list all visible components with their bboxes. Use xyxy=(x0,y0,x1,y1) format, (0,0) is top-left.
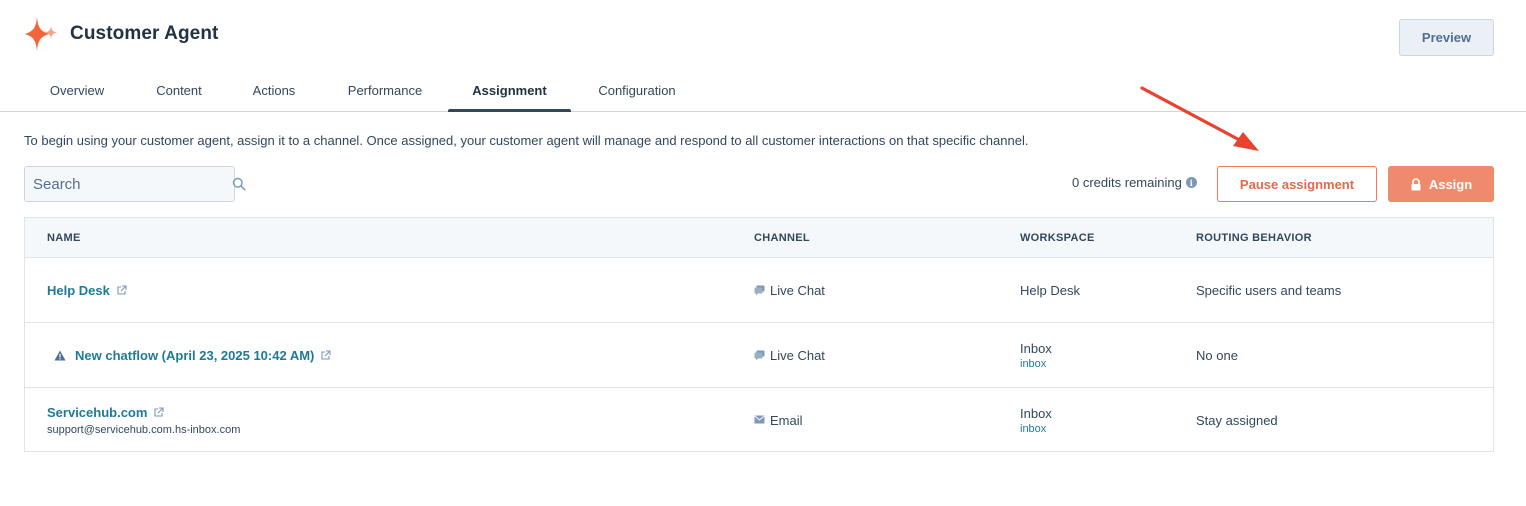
tab-actions[interactable]: Actions xyxy=(234,70,314,111)
routing-cell: No one xyxy=(1196,323,1238,388)
assign-label: Assign xyxy=(1428,176,1473,192)
tab-content[interactable]: Content xyxy=(138,70,220,111)
workspace-cell: Inbox inbox xyxy=(1020,388,1052,453)
tab-overview[interactable]: Overview xyxy=(36,70,118,111)
external-link-icon[interactable] xyxy=(320,350,331,361)
lock-icon xyxy=(1410,177,1422,191)
table-row[interactable]: New chatflow (April 23, 2025 10:42 AM) L… xyxy=(25,323,1493,388)
credits-remaining: 0 credits remaining i xyxy=(1072,175,1197,190)
search-box[interactable] xyxy=(24,166,246,202)
row-subtext: support@servicehub.com.hs-inbox.com xyxy=(47,424,241,436)
row-name-link[interactable]: Help Desk xyxy=(47,283,110,298)
workspace-cell: Inbox inbox xyxy=(1020,323,1052,388)
tab-bar: Overview Content Actions Performance Ass… xyxy=(0,70,1526,112)
email-icon xyxy=(754,415,765,426)
column-header-workspace[interactable]: WORKSPACE xyxy=(1020,218,1095,258)
table-row[interactable]: Help Desk Live Chat Help Desk Specific u… xyxy=(25,258,1493,323)
app-title: Customer Agent xyxy=(70,23,219,44)
routing-cell: Specific users and teams xyxy=(1196,258,1341,323)
row-name-link[interactable]: Servicehub.com xyxy=(47,405,147,420)
workspace-sublabel[interactable]: inbox xyxy=(1020,423,1052,435)
app-header: Customer Agent xyxy=(24,14,218,54)
workspace-cell: Help Desk xyxy=(1020,258,1080,323)
assignment-table: NAME CHANNEL WORKSPACE ROUTING BEHAVIOR … xyxy=(24,217,1494,452)
column-header-name[interactable]: NAME xyxy=(47,218,81,258)
routing-label: Specific users and teams xyxy=(1196,283,1342,298)
intro-text: To begin using your customer agent, assi… xyxy=(24,133,1029,148)
chat-icon xyxy=(754,285,765,296)
routing-label: No one xyxy=(1196,348,1238,363)
chat-icon xyxy=(754,350,765,361)
table-row[interactable]: Servicehub.com support@servicehub.com.hs… xyxy=(25,388,1493,453)
search-input[interactable] xyxy=(33,175,232,193)
name-cell: New chatflow (April 23, 2025 10:42 AM) xyxy=(54,323,331,388)
channel-label: Live Chat xyxy=(770,348,825,363)
name-cell: Help Desk xyxy=(47,258,127,323)
tab-performance[interactable]: Performance xyxy=(334,70,436,111)
channel-cell: Live Chat xyxy=(754,323,825,388)
column-header-channel[interactable]: CHANNEL xyxy=(754,218,810,258)
column-header-routing[interactable]: ROUTING BEHAVIOR xyxy=(1196,218,1312,258)
table-header: NAME CHANNEL WORKSPACE ROUTING BEHAVIOR xyxy=(25,218,1493,258)
pause-assignment-button[interactable]: Pause assignment xyxy=(1217,166,1377,202)
workspace-label: Inbox xyxy=(1020,406,1052,421)
routing-cell: Stay assigned xyxy=(1196,388,1278,453)
workspace-label: Help Desk xyxy=(1020,283,1080,298)
external-link-icon[interactable] xyxy=(116,285,127,296)
assign-button[interactable]: Assign xyxy=(1388,166,1494,202)
channel-cell: Email xyxy=(754,388,803,453)
channel-cell: Live Chat xyxy=(754,258,825,323)
routing-label: Stay assigned xyxy=(1196,413,1278,428)
search-icon[interactable] xyxy=(232,176,246,192)
workspace-label: Inbox xyxy=(1020,341,1052,356)
info-icon[interactable]: i xyxy=(1185,177,1197,188)
preview-button[interactable]: Preview xyxy=(1399,19,1494,56)
name-cell: Servicehub.com support@servicehub.com.hs… xyxy=(47,388,240,453)
credits-text: 0 credits remaining xyxy=(1072,175,1182,190)
page: Customer Agent Preview Overview Content … xyxy=(0,0,1526,506)
channel-label: Live Chat xyxy=(770,283,825,298)
row-name-link[interactable]: New chatflow (April 23, 2025 10:42 AM) xyxy=(75,348,314,363)
warning-icon xyxy=(54,350,66,361)
tab-configuration[interactable]: Configuration xyxy=(584,70,690,111)
channel-label: Email xyxy=(770,413,803,428)
external-link-icon[interactable] xyxy=(153,407,164,418)
workspace-sublabel[interactable]: inbox xyxy=(1020,358,1052,370)
sparkle-logo-icon xyxy=(24,15,60,53)
tab-assignment[interactable]: Assignment xyxy=(448,70,571,112)
